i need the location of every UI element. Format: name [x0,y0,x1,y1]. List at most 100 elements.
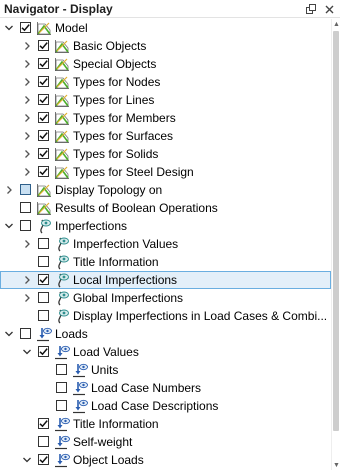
imperfection-icon [36,218,52,234]
chevron-right-icon[interactable] [22,274,32,286]
tree-row-title-information[interactable]: Title Information [0,253,331,271]
tree-row-global-imperfections[interactable]: Global Imperfections [0,289,331,307]
tree-row-model[interactable]: Model [0,19,331,37]
tree-item-label: Title Information [73,417,159,431]
chevron-right-icon[interactable] [4,184,14,196]
scrollbar-thumb[interactable] [333,31,339,431]
model-icon [54,74,70,90]
model-icon [54,164,70,180]
tree-row-self-weight[interactable]: Self-weight [0,433,331,451]
tree-item-label: Display Topology on [55,183,163,197]
tree-row-title-information[interactable]: Title Information [0,415,331,433]
chevron-right-icon[interactable] [22,292,32,304]
tree-checkbox[interactable] [38,40,49,51]
tree-checkbox[interactable] [38,292,49,303]
panel-title: Navigator - Display [4,2,113,16]
tree-checkbox[interactable] [56,400,67,411]
tree-row-imperfections[interactable]: Imperfections [0,217,331,235]
tree-item-label: Types for Nodes [73,75,161,89]
scroll-down-icon[interactable]: ▼ [332,460,340,470]
chevron-right-icon[interactable] [22,112,32,124]
tree-item-label: Types for Surfaces [73,129,174,143]
tree-item-label: Units [91,363,119,377]
tree-item-label: Special Objects [73,57,157,71]
tree-checkbox[interactable] [38,76,49,87]
tree-checkbox[interactable] [38,346,49,357]
chevron-down-icon[interactable] [22,454,32,466]
load-icon [54,434,70,450]
chevron-right-icon[interactable] [22,130,32,142]
tree-checkbox[interactable] [38,418,49,429]
model-icon [54,92,70,108]
chevron-down-icon[interactable] [4,22,14,34]
load-icon [54,452,70,468]
tree-row-object-loads[interactable]: Object Loads [0,451,331,469]
tree-checkbox[interactable] [20,184,31,195]
tree-checkbox[interactable] [38,130,49,141]
chevron-right-icon[interactable] [22,166,32,178]
tree-item-label: Types for Steel Design [73,165,194,179]
tree-checkbox[interactable] [38,166,49,177]
tree-item-label: Model [55,21,88,35]
tree-row-basic-objects[interactable]: Basic Objects [0,37,331,55]
tree-checkbox[interactable] [38,436,49,447]
chevron-right-icon[interactable] [22,58,32,70]
chevron-right-icon[interactable] [22,238,32,250]
tree-checkbox[interactable] [20,202,31,213]
tree-checkbox[interactable] [38,256,49,267]
chevron-down-icon[interactable] [4,328,14,340]
tree-row-results-of-boolean-operations[interactable]: Results of Boolean Operations [0,199,331,217]
tree-row-load-values[interactable]: Load Values [0,343,331,361]
tree-row-special-objects[interactable]: Special Objects [0,55,331,73]
chevron-down-icon[interactable] [4,220,14,232]
model-icon [54,110,70,126]
tree-row-types-for-nodes[interactable]: Types for Nodes [0,73,331,91]
tree-checkbox[interactable] [38,112,49,123]
tree-row-types-for-surfaces[interactable]: Types for Surfaces [0,127,331,145]
tree-checkbox[interactable] [38,274,49,285]
chevron-right-icon[interactable] [22,94,32,106]
scroll-up-icon[interactable]: ▲ [332,19,340,29]
tree-item-label: Load Values [73,345,139,359]
tree-checkbox[interactable] [38,148,49,159]
tree-item-label: Local Imperfections [73,273,178,287]
tree-row-loads[interactable]: Loads [0,325,331,343]
tree-checkbox[interactable] [56,364,67,375]
tree-checkbox[interactable] [38,310,49,321]
tree-checkbox[interactable] [20,22,31,33]
tree-checkbox[interactable] [38,58,49,69]
model-icon [36,200,52,216]
tree-row-display-imperfections-in-load-cases-combi[interactable]: Display Imperfections in Load Cases & Co… [0,307,331,325]
tree-row-units[interactable]: Units [0,361,331,379]
tree-checkbox[interactable] [38,94,49,105]
tree-row-types-for-steel-design[interactable]: Types for Steel Design [0,163,331,181]
model-icon [36,182,52,198]
tree-checkbox[interactable] [20,328,31,339]
model-icon [54,38,70,54]
pin-icon[interactable] [304,2,318,16]
tree-item-label: Load Case Numbers [91,381,202,395]
tree-row-imperfection-values[interactable]: Imperfection Values [0,235,331,253]
chevron-right-icon[interactable] [22,40,32,52]
vertical-scrollbar[interactable]: ▲ ▼ [331,19,340,470]
tree-row-types-for-members[interactable]: Types for Members [0,109,331,127]
tree-checkbox[interactable] [38,238,49,249]
chevron-down-icon[interactable] [22,346,32,358]
model-icon [54,56,70,72]
tree-row-load-case-descriptions[interactable]: Load Case Descriptions [0,397,331,415]
tree-row-local-imperfections[interactable]: Local Imperfections [0,271,331,289]
close-icon[interactable] [322,2,336,16]
tree-row-types-for-solids[interactable]: Types for Solids [0,145,331,163]
tree-item-label: Global Imperfections [73,291,184,305]
tree-item-label: Title Information [73,255,159,269]
tree-row-load-case-numbers[interactable]: Load Case Numbers [0,379,331,397]
chevron-right-icon[interactable] [22,76,32,88]
tree-row-display-topology-on[interactable]: Display Topology on [0,181,331,199]
chevron-right-icon[interactable] [22,148,32,160]
tree-row-types-for-lines[interactable]: Types for Lines [0,91,331,109]
tree-checkbox[interactable] [20,220,31,231]
load-icon [72,362,88,378]
tree-checkbox[interactable] [56,382,67,393]
tree-item-label: Basic Objects [73,39,147,53]
tree-checkbox[interactable] [38,454,49,465]
